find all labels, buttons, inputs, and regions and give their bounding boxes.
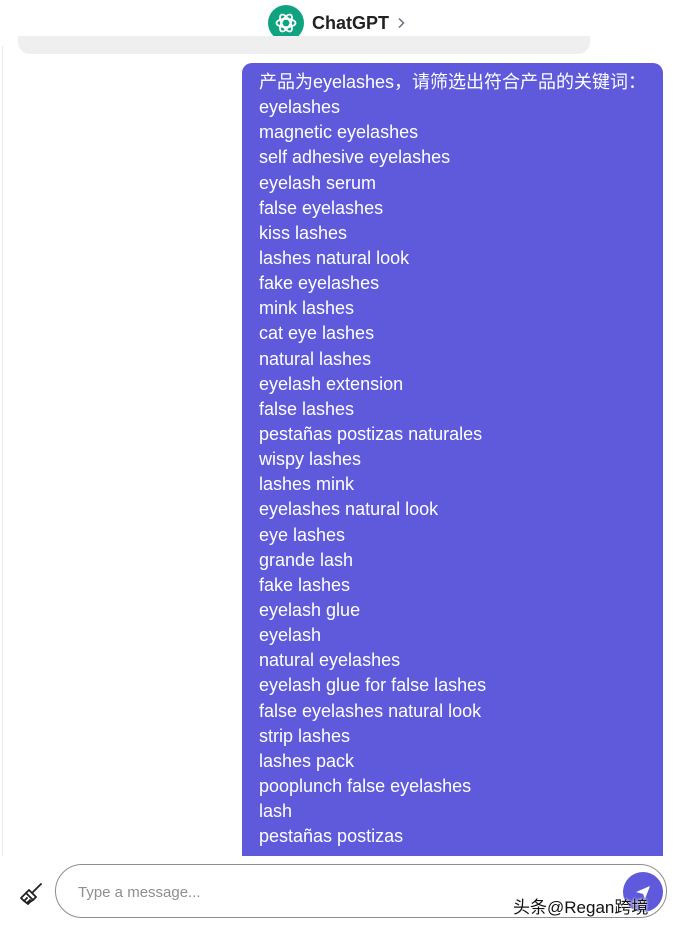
app-title: ChatGPT: [311, 12, 389, 33]
message-line: kiss lashes: [259, 222, 348, 243]
message-line: magnetic eyelashes: [259, 122, 419, 143]
chevron-right-icon: [397, 16, 407, 30]
divider: [2, 46, 3, 856]
message-line: eyelash serum: [259, 172, 377, 193]
message-line: grande lash: [259, 549, 354, 570]
message-line: false lashes: [259, 398, 355, 419]
message-line: false eyelashes natural look: [259, 700, 482, 721]
message-line: false eyelashes: [259, 197, 384, 218]
message-line: eyelashes natural look: [259, 499, 439, 520]
message-line: eyelash extension: [259, 373, 404, 394]
message-line: eyelash: [259, 625, 322, 646]
message-line: lash: [259, 801, 293, 822]
message-line: self adhesive eyelashes: [259, 147, 451, 168]
message-line: strip lashes: [259, 725, 351, 746]
message-line: pestañas postizas naturales: [259, 423, 483, 444]
broom-icon[interactable]: [18, 880, 46, 908]
message-line: natural eyelashes: [259, 650, 401, 671]
user-message-bubble: 产品为eyelashes，请筛选出符合产品的关键词： eyelashes mag…: [242, 63, 663, 873]
message-line: eyelash glue: [259, 599, 361, 620]
message-line: eyelash glue for false lashes: [259, 675, 487, 696]
watermark: 头条@Regan跨境: [513, 898, 649, 917]
message-line: fake lashes: [259, 574, 351, 595]
message-line: wispy lashes: [259, 449, 362, 470]
message-line: pestañas postizas: [259, 826, 404, 847]
message-line: eye lashes: [259, 524, 346, 545]
message-line: 产品为eyelashes，请筛选出符合产品的关键词：: [259, 72, 647, 92]
message-line: lashes natural look: [259, 247, 410, 268]
message-line: fake eyelashes: [259, 273, 380, 294]
previous-message-bubble: [18, 36, 590, 54]
message-line: cat eye lashes: [259, 323, 375, 344]
message-line: mink lashes: [259, 298, 355, 319]
message-line: eyelashes: [259, 97, 341, 118]
message-line: lashes pack: [259, 750, 355, 771]
message-line: pooplunch false eyelashes: [259, 775, 472, 796]
message-line: natural lashes: [259, 348, 372, 369]
message-line: lashes mink: [259, 474, 355, 495]
